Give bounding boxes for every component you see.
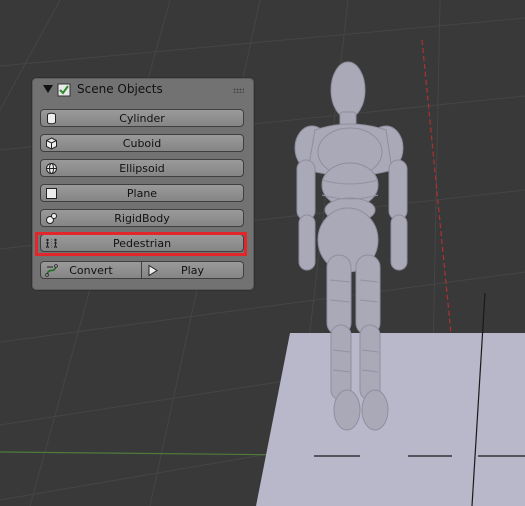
- grip-dots-icon[interactable]: [233, 88, 244, 93]
- scene-objects-panel: Scene Objects Cylinder Cuboid Ellipsoid …: [32, 78, 254, 290]
- pedestrian-highlight-box: [35, 232, 247, 256]
- checkbox-tick-icon: [57, 83, 71, 97]
- panel-title: Scene Objects: [77, 82, 163, 96]
- ellipsoid-label: Ellipsoid: [119, 162, 165, 175]
- convert-play-row: Convert Play: [40, 261, 244, 279]
- plane-button[interactable]: Plane: [40, 184, 244, 202]
- cuboid-button[interactable]: Cuboid: [40, 134, 244, 152]
- rigidbody-label: RigidBody: [114, 212, 170, 225]
- convert-button[interactable]: Convert: [40, 261, 142, 279]
- collapse-triangle-icon[interactable]: [43, 85, 53, 93]
- convert-label: Convert: [69, 264, 113, 277]
- play-button[interactable]: Play: [142, 261, 244, 279]
- rigidbody-button[interactable]: RigidBody: [40, 209, 244, 227]
- cylinder-button[interactable]: Cylinder: [40, 109, 244, 127]
- ground-plane: [256, 333, 525, 506]
- plane-label: Plane: [126, 187, 158, 200]
- play-label: Play: [181, 264, 204, 277]
- cuboid-label: Cuboid: [122, 137, 162, 150]
- cylinder-label: Cylinder: [119, 112, 165, 125]
- panel-header[interactable]: Scene Objects: [33, 79, 253, 101]
- ellipsoid-button[interactable]: Ellipsoid: [40, 159, 244, 177]
